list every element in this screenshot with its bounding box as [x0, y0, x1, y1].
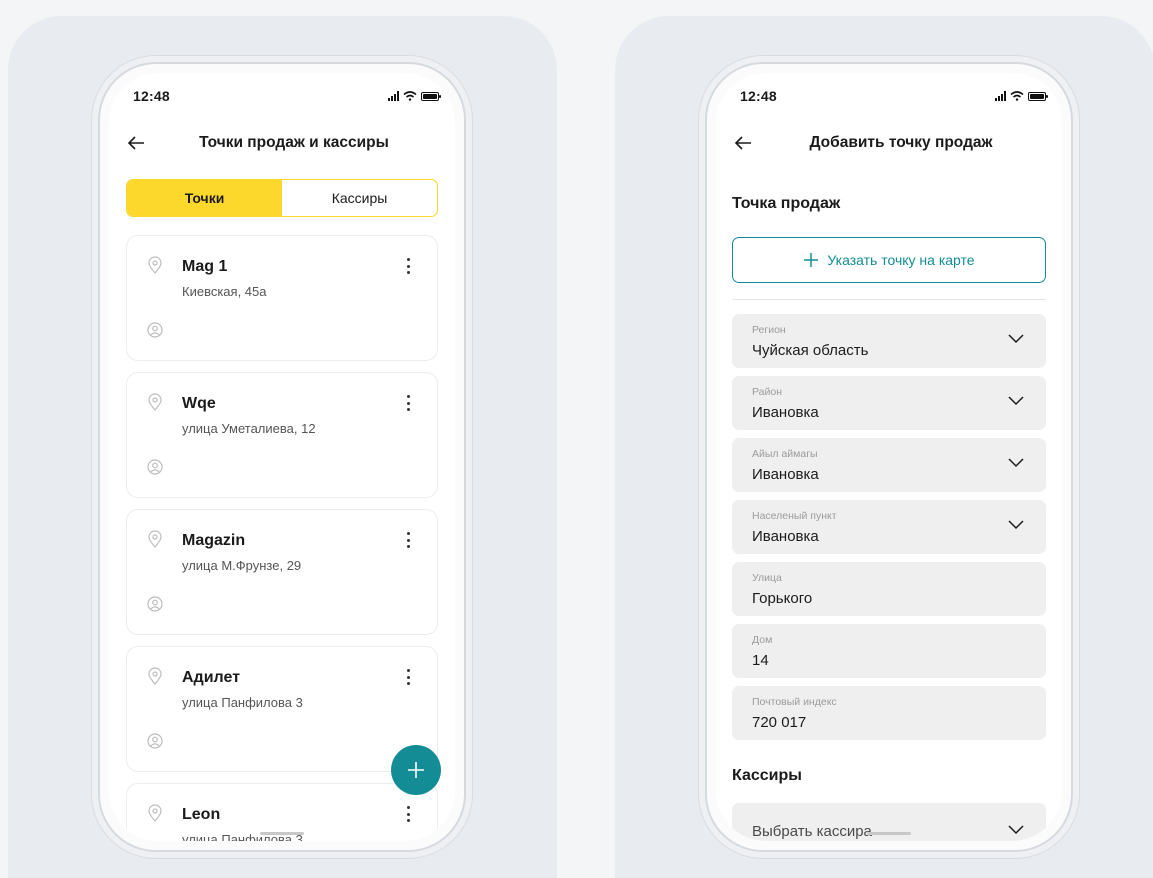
tab-points[interactable]: Точки	[127, 180, 282, 216]
chevron-down-icon	[1008, 458, 1024, 468]
map-button-label: Указать точку на карте	[827, 252, 975, 268]
point-address: Киевская, 45а	[182, 284, 267, 299]
status-time: 12:48	[133, 88, 170, 104]
cashier-placeholder: Выбрать кассира	[752, 823, 872, 840]
more-options-icon[interactable]	[407, 806, 411, 822]
phone-frame-right: 12:48 Добавить точку продаж Точка продаж…	[705, 62, 1073, 852]
divider	[732, 299, 1046, 300]
point-address: улица М.Фрунзе, 29	[182, 558, 302, 573]
field-label: Дом	[752, 634, 773, 646]
screen-sales-points: 12:48 Точки продаж и кассиры Точки Касси…	[109, 73, 455, 841]
field-value: Ивановка	[752, 528, 819, 545]
list-item[interactable]: Адилет улица Панфилова 3	[126, 646, 438, 772]
aiyl-aimagy-select[interactable]: Айыл аймагы Ивановка	[732, 438, 1046, 492]
wifi-icon	[1010, 91, 1024, 101]
chevron-down-icon	[1008, 825, 1024, 835]
point-name: Leon	[182, 806, 221, 823]
field-value: 720 017	[752, 714, 807, 731]
field-value: Чуйская область	[752, 342, 869, 359]
plus-icon	[804, 253, 819, 267]
user-icon	[147, 459, 163, 475]
user-icon	[147, 322, 163, 338]
section-title-cashiers: Кассиры	[732, 767, 802, 784]
wifi-icon	[403, 91, 417, 101]
phone-side-button	[470, 226, 473, 302]
field-label: Почтовый индекс	[752, 696, 837, 708]
cashier-select[interactable]: Выбрать кассира	[732, 803, 1046, 841]
phone-frame-left: 12:48 Точки продаж и кассиры Точки Касси…	[98, 62, 466, 852]
district-select[interactable]: Район Ивановка	[732, 376, 1046, 430]
location-pin-icon	[148, 393, 162, 411]
user-icon	[147, 596, 163, 612]
region-select[interactable]: Регион Чуйская область	[732, 314, 1046, 368]
postal-code-field[interactable]: Почтовый индекс 720 017	[732, 686, 1046, 740]
field-value: Ивановка	[752, 466, 819, 483]
field-value: 14	[752, 652, 769, 669]
location-pin-icon	[148, 804, 162, 822]
sales-points-list: Mag 1 Киевская, 45а Wqe улица Уметалиева…	[126, 235, 438, 841]
address-form: Регион Чуйская область Район Ивановка Ай…	[732, 314, 1046, 748]
section-title-point: Точка продаж	[732, 195, 841, 212]
field-label: Населеный пункт	[752, 510, 837, 522]
location-pin-icon	[148, 667, 162, 685]
field-label: Регион	[752, 324, 786, 336]
status-bar: 12:48	[133, 85, 441, 107]
list-item[interactable]: Magazin улица М.Фрунзе, 29	[126, 509, 438, 635]
point-name: Mag 1	[182, 258, 228, 275]
select-on-map-button[interactable]: Указать точку на карте	[732, 237, 1046, 283]
screen-add-sales-point: 12:48 Добавить точку продаж Точка продаж…	[716, 73, 1062, 841]
plus-icon	[408, 762, 424, 778]
settlement-select[interactable]: Населеный пункт Ивановка	[732, 500, 1046, 554]
chevron-down-icon	[1008, 334, 1024, 344]
location-pin-icon	[148, 530, 162, 548]
home-indicator	[260, 832, 304, 835]
add-point-button[interactable]	[391, 745, 441, 795]
page-title: Точки продаж и кассиры	[199, 134, 389, 151]
chevron-down-icon	[1008, 520, 1024, 530]
home-indicator	[867, 832, 911, 835]
chevron-down-icon	[1008, 396, 1024, 406]
field-value: Ивановка	[752, 404, 819, 421]
more-options-icon[interactable]	[407, 532, 411, 548]
right-panel: 12:48 Добавить точку продаж Точка продаж…	[615, 16, 1153, 878]
point-name: Адилет	[182, 669, 241, 686]
back-arrow-icon[interactable]	[127, 135, 145, 151]
more-options-icon[interactable]	[407, 395, 411, 411]
field-label: Айыл аймагы	[752, 448, 818, 460]
user-icon	[147, 733, 163, 749]
phone-side-button	[1077, 226, 1080, 302]
status-bar: 12:48	[740, 85, 1048, 107]
signal-icon	[995, 91, 1006, 101]
field-label: Район	[752, 386, 782, 398]
point-name: Magazin	[182, 532, 246, 549]
battery-icon	[421, 91, 441, 101]
more-options-icon[interactable]	[407, 669, 411, 685]
street-field[interactable]: Улица Горького	[732, 562, 1046, 616]
battery-icon	[1028, 91, 1048, 101]
field-label: Улица	[752, 572, 782, 584]
field-value: Горького	[752, 590, 813, 607]
point-name: Wqe	[182, 395, 216, 412]
list-item[interactable]: Mag 1 Киевская, 45а	[126, 235, 438, 361]
status-time: 12:48	[740, 88, 777, 104]
header: Добавить точку продаж	[716, 127, 1062, 159]
back-arrow-icon[interactable]	[734, 135, 752, 151]
point-address: улица Панфилова 3	[182, 695, 303, 710]
header: Точки продаж и кассиры	[109, 127, 455, 159]
point-address: улица Уметалиева, 12	[182, 421, 316, 436]
signal-icon	[388, 91, 399, 101]
house-field[interactable]: Дом 14	[732, 624, 1046, 678]
list-item[interactable]: Wqe улица Уметалиева, 12	[126, 372, 438, 498]
more-options-icon[interactable]	[407, 258, 411, 274]
left-panel: 12:48 Точки продаж и кассиры Точки Касси…	[8, 16, 557, 878]
segmented-control: Точки Кассиры	[126, 179, 438, 217]
tab-cashiers[interactable]: Кассиры	[282, 180, 437, 216]
page-title: Добавить точку продаж	[809, 134, 993, 151]
location-pin-icon	[148, 256, 162, 274]
